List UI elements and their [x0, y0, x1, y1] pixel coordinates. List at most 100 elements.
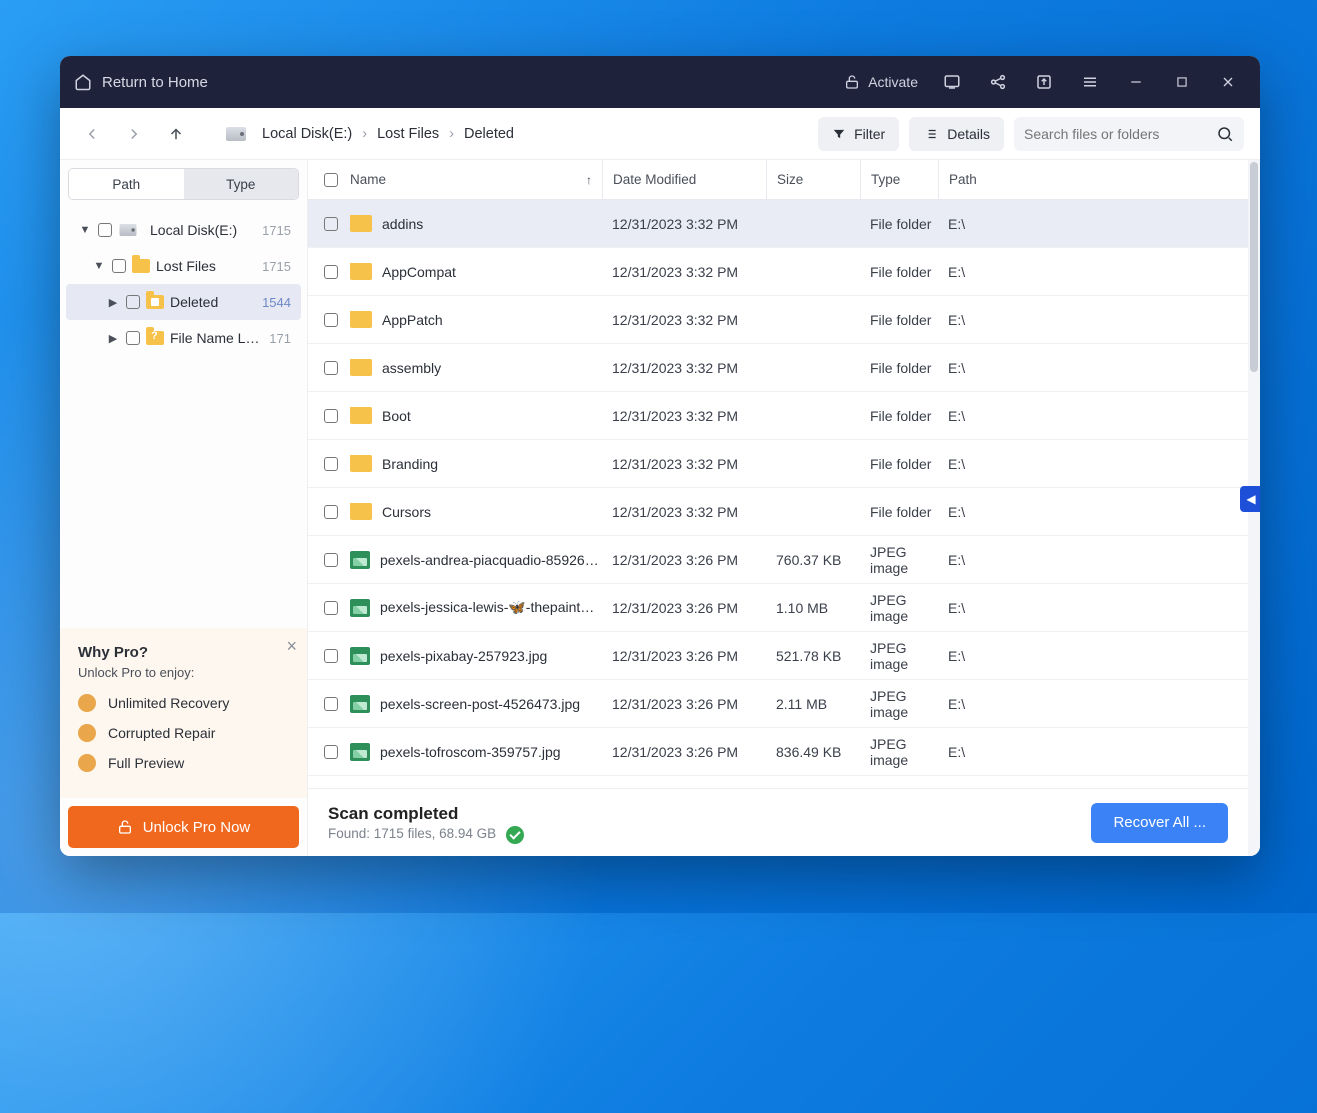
lock-icon — [844, 74, 860, 90]
question-folder-icon — [146, 329, 164, 347]
file-date: 12/31/2023 3:32 PM — [602, 360, 766, 376]
file-name: Boot — [382, 408, 411, 424]
row-checkbox[interactable] — [324, 265, 338, 279]
row-checkbox[interactable] — [324, 217, 338, 231]
scrollbar-thumb[interactable] — [1250, 162, 1258, 372]
tab-type[interactable]: Type — [184, 169, 299, 199]
tree-name-lost[interactable]: ▶ File Name Lost 171 — [66, 320, 301, 356]
row-checkbox[interactable] — [324, 601, 338, 615]
table-row[interactable]: Boot12/31/2023 3:32 PMFile folderE:\ — [308, 392, 1248, 440]
file-type: JPEG image — [860, 592, 938, 624]
update-icon[interactable] — [1026, 64, 1062, 100]
breadcrumb-lost[interactable]: Lost Files — [377, 126, 439, 142]
column-name[interactable]: Name↑ — [350, 160, 602, 199]
file-type: File folder — [860, 312, 938, 328]
search-icon[interactable] — [1216, 125, 1234, 143]
checkbox[interactable] — [112, 259, 126, 273]
body: Path Type ▼ Local Disk(E:) 1715 ▼ Lost F… — [60, 160, 1260, 856]
close-icon[interactable] — [1210, 64, 1246, 100]
row-checkbox[interactable] — [324, 361, 338, 375]
menu-icon[interactable] — [1072, 64, 1108, 100]
folder-icon — [350, 311, 372, 328]
column-type[interactable]: Type — [860, 160, 938, 199]
expander-icon[interactable]: ▶ — [106, 332, 120, 345]
table-row[interactable]: pexels-andrea-piacquadio-85926…12/31/202… — [308, 536, 1248, 584]
trash-folder-icon — [146, 293, 164, 311]
row-checkbox[interactable] — [324, 745, 338, 759]
file-type: File folder — [860, 456, 938, 472]
table-row[interactable]: pexels-jessica-lewis-🦋-thepainted…12/31/… — [308, 584, 1248, 632]
row-checkbox[interactable] — [324, 649, 338, 663]
row-checkbox[interactable] — [324, 553, 338, 567]
tab-path[interactable]: Path — [69, 169, 184, 199]
file-path: E:\ — [938, 360, 1238, 376]
expander-icon[interactable]: ▶ — [106, 296, 120, 309]
image-icon — [350, 743, 370, 761]
table-row[interactable]: pexels-pixabay-257923.jpg12/31/2023 3:26… — [308, 632, 1248, 680]
expander-icon[interactable]: ▼ — [78, 224, 92, 236]
table-row[interactable]: pexels-screen-post-4526473.jpg12/31/2023… — [308, 680, 1248, 728]
row-checkbox[interactable] — [324, 457, 338, 471]
file-type: File folder — [860, 360, 938, 376]
nav-forward-button[interactable] — [118, 118, 150, 150]
select-all-checkbox[interactable] — [324, 173, 338, 187]
column-path[interactable]: Path — [938, 160, 1238, 199]
table-row[interactable]: Branding12/31/2023 3:32 PMFile folderE:\ — [308, 440, 1248, 488]
file-name: addins — [382, 216, 423, 232]
file-date: 12/31/2023 3:32 PM — [602, 504, 766, 520]
nav-back-button[interactable] — [76, 118, 108, 150]
table-row[interactable]: addins12/31/2023 3:32 PMFile folderE:\ — [308, 200, 1248, 248]
share-icon[interactable] — [980, 64, 1016, 100]
file-type: JPEG image — [860, 736, 938, 768]
tree-lost-files[interactable]: ▼ Lost Files 1715 — [66, 248, 301, 284]
tree-deleted[interactable]: ▶ Deleted 1544 — [66, 284, 301, 320]
folder-icon — [350, 503, 372, 520]
table-row[interactable]: pexels-tofroscom-359757.jpg12/31/2023 3:… — [308, 728, 1248, 776]
close-icon[interactable]: × — [286, 636, 297, 657]
checkbox[interactable] — [98, 223, 112, 237]
table-row[interactable]: AppPatch12/31/2023 3:32 PMFile folderE:\ — [308, 296, 1248, 344]
checkbox[interactable] — [126, 331, 140, 345]
maximize-icon[interactable] — [1164, 64, 1200, 100]
feedback-icon[interactable] — [934, 64, 970, 100]
filter-icon — [832, 127, 846, 141]
details-button[interactable]: Details — [909, 117, 1004, 151]
drive-icon — [120, 224, 137, 236]
column-date[interactable]: Date Modified — [602, 160, 766, 199]
activate-label: Activate — [868, 74, 918, 90]
row-checkbox[interactable] — [324, 313, 338, 327]
table-row[interactable]: assembly12/31/2023 3:32 PMFile folderE:\ — [308, 344, 1248, 392]
status-bar: Scan completed Found: 1715 files, 68.94 … — [308, 788, 1248, 856]
search-input[interactable] — [1024, 126, 1208, 142]
activate-button[interactable]: Activate — [844, 74, 918, 90]
file-type: File folder — [860, 408, 938, 424]
minimize-icon[interactable] — [1118, 64, 1154, 100]
file-path: E:\ — [938, 600, 1238, 616]
table-row[interactable]: Cursors12/31/2023 3:32 PMFile folderE:\ — [308, 488, 1248, 536]
row-checkbox[interactable] — [324, 697, 338, 711]
image-icon — [350, 695, 370, 713]
breadcrumb-root[interactable]: Local Disk(E:) — [262, 126, 352, 142]
row-checkbox[interactable] — [324, 505, 338, 519]
column-size[interactable]: Size — [766, 160, 860, 199]
return-home-button[interactable]: Return to Home — [74, 73, 208, 91]
file-date: 12/31/2023 3:26 PM — [602, 648, 766, 664]
checkbox[interactable] — [126, 295, 140, 309]
tree-root[interactable]: ▼ Local Disk(E:) 1715 — [66, 212, 301, 248]
filter-button[interactable]: Filter — [818, 117, 899, 151]
unlock-pro-button[interactable]: Unlock Pro Now — [68, 806, 299, 848]
side-collapse-tab[interactable]: ◀ — [1240, 486, 1260, 512]
promo-feature: Corrupted Repair — [78, 724, 289, 742]
expander-icon[interactable]: ▼ — [92, 260, 106, 272]
row-checkbox[interactable] — [324, 409, 338, 423]
tree-count: 1544 — [262, 295, 295, 310]
file-path: E:\ — [938, 312, 1238, 328]
file-date: 12/31/2023 3:26 PM — [602, 552, 766, 568]
recover-all-button[interactable]: Recover All ... — [1091, 803, 1228, 843]
search-box[interactable] — [1014, 117, 1244, 151]
breadcrumb-deleted[interactable]: Deleted — [464, 126, 514, 142]
folder-icon — [350, 455, 372, 472]
table-row[interactable]: AppCompat12/31/2023 3:32 PMFile folderE:… — [308, 248, 1248, 296]
nav-up-button[interactable] — [160, 118, 192, 150]
file-path: E:\ — [938, 408, 1238, 424]
